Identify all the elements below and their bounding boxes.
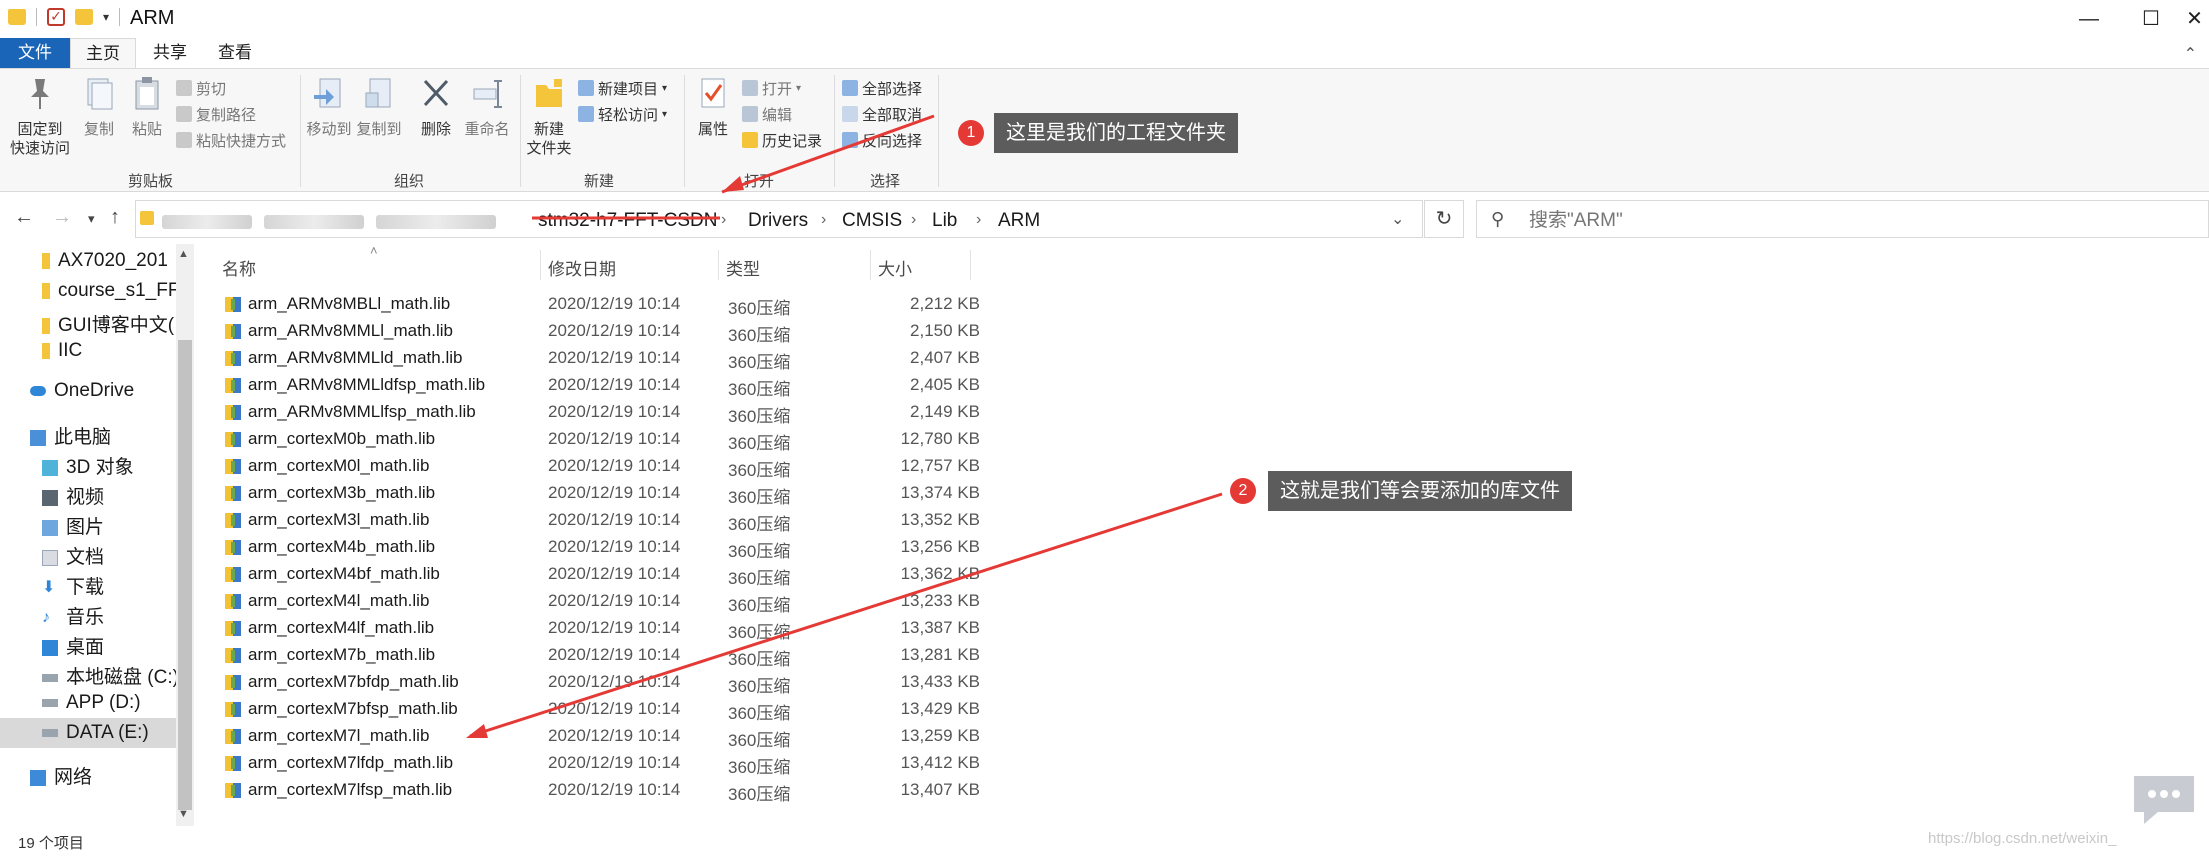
watermark: https://blog.csdn.net/weixin_ [1928,830,2117,847]
arrowhead-icon [722,176,744,192]
annotation-badge-1: 1 [958,120,984,146]
annotation-callout-2: 这就是我们等会要添加的库文件 [1268,471,1572,511]
arrowhead-icon [466,724,488,738]
chat-bubble-icon [2134,776,2194,824]
arrow-annotation-1 [721,114,935,194]
annotation-callout-1: 这里是我们的工程文件夹 [994,113,1238,153]
arrow-annotation-2 [469,492,1223,738]
annotation-badge-2: 2 [1230,478,1256,504]
